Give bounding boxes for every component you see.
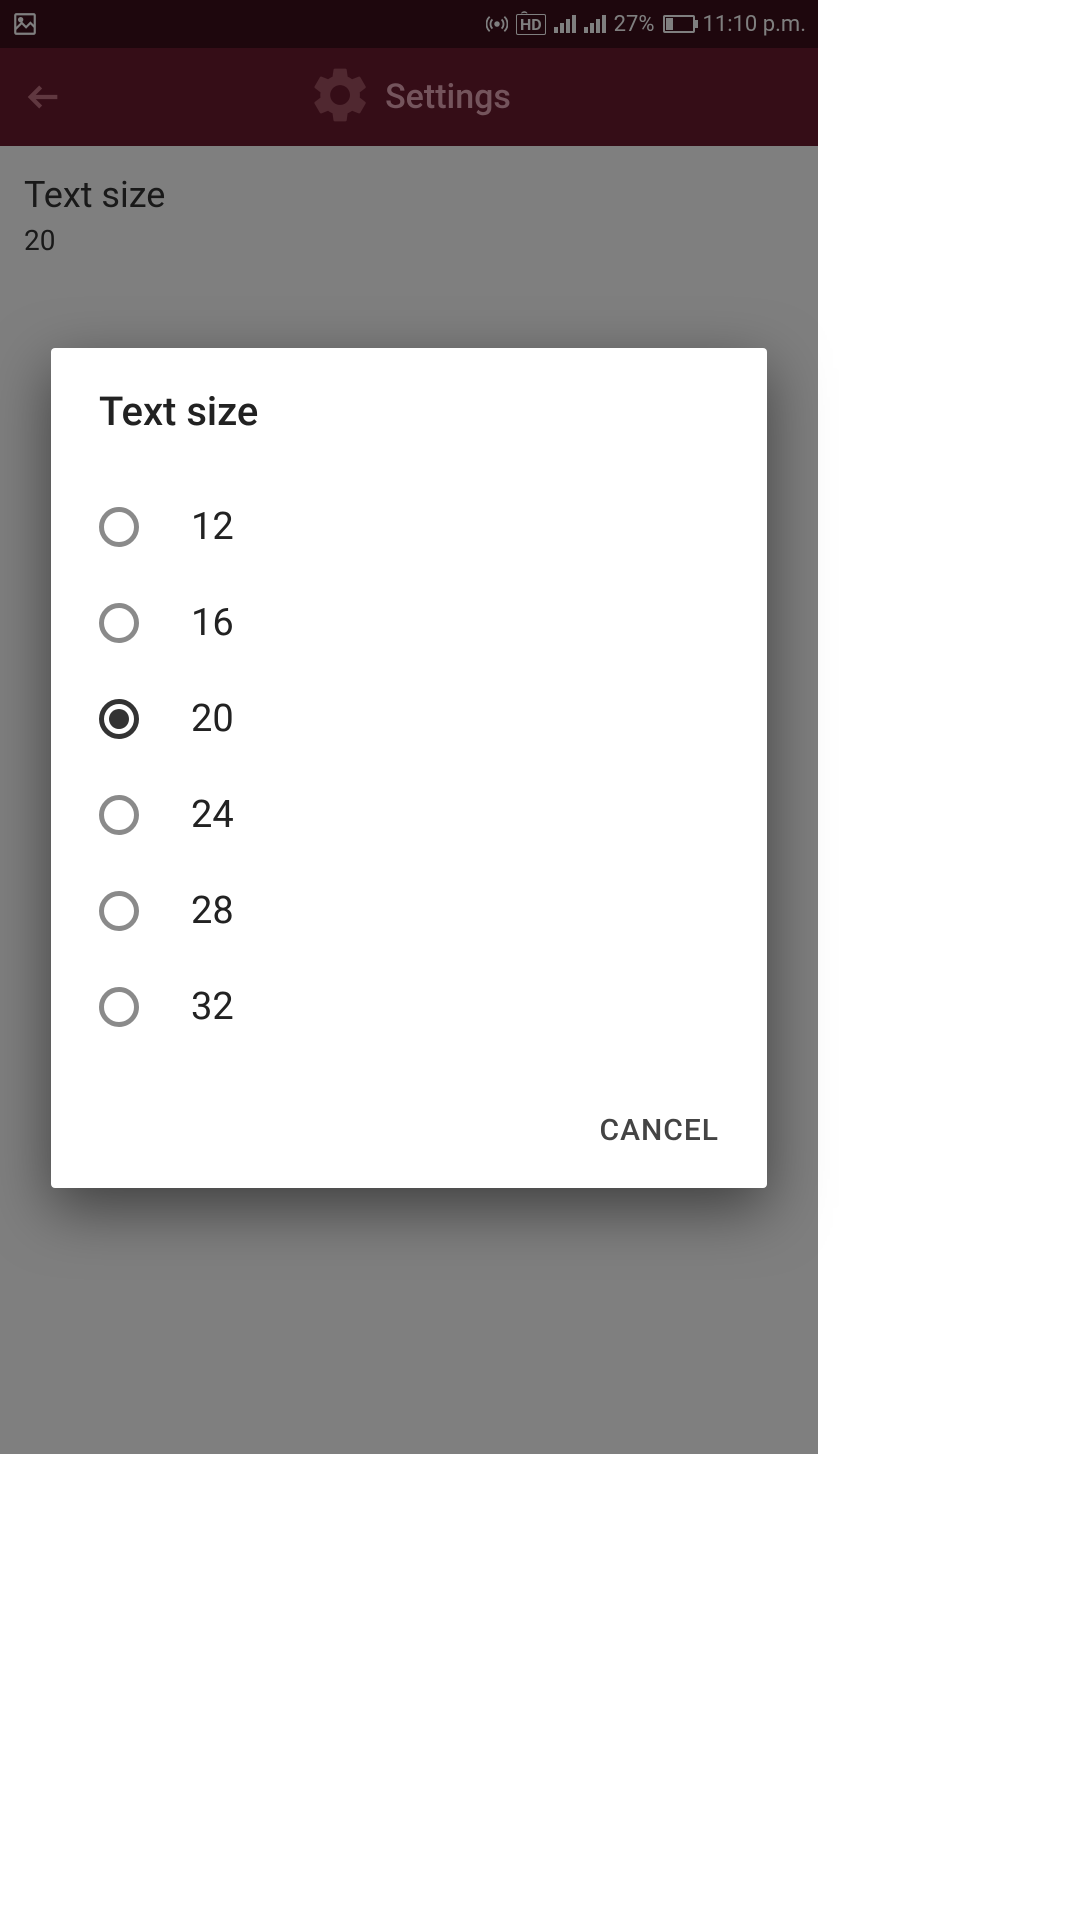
radio-icon [99, 507, 139, 547]
radio-option-24[interactable]: 24 [99, 767, 719, 863]
radio-label: 28 [191, 889, 234, 933]
radio-icon [99, 987, 139, 1027]
radio-icon [99, 603, 139, 643]
dialog-title: Text size [99, 388, 719, 435]
radio-label: 12 [191, 505, 234, 549]
radio-option-12[interactable]: 12 [99, 479, 719, 575]
radio-option-20[interactable]: 20 [99, 671, 719, 767]
modal-overlay[interactable]: Text size 12 16 20 24 28 [0, 0, 818, 1454]
dialog-actions: CANCEL [99, 1103, 719, 1158]
cancel-button[interactable]: CANCEL [600, 1103, 720, 1158]
radio-icon [99, 699, 139, 739]
radio-icon [99, 891, 139, 931]
text-size-dialog: Text size 12 16 20 24 28 [51, 348, 767, 1188]
radio-label: 32 [191, 985, 234, 1029]
radio-label: 20 [191, 697, 234, 741]
radio-label: 16 [191, 601, 234, 645]
radio-list: 12 16 20 24 28 32 [99, 479, 719, 1055]
radio-icon [99, 795, 139, 835]
radio-label: 24 [191, 793, 234, 837]
radio-option-16[interactable]: 16 [99, 575, 719, 671]
radio-option-32[interactable]: 32 [99, 959, 719, 1055]
radio-option-28[interactable]: 28 [99, 863, 719, 959]
